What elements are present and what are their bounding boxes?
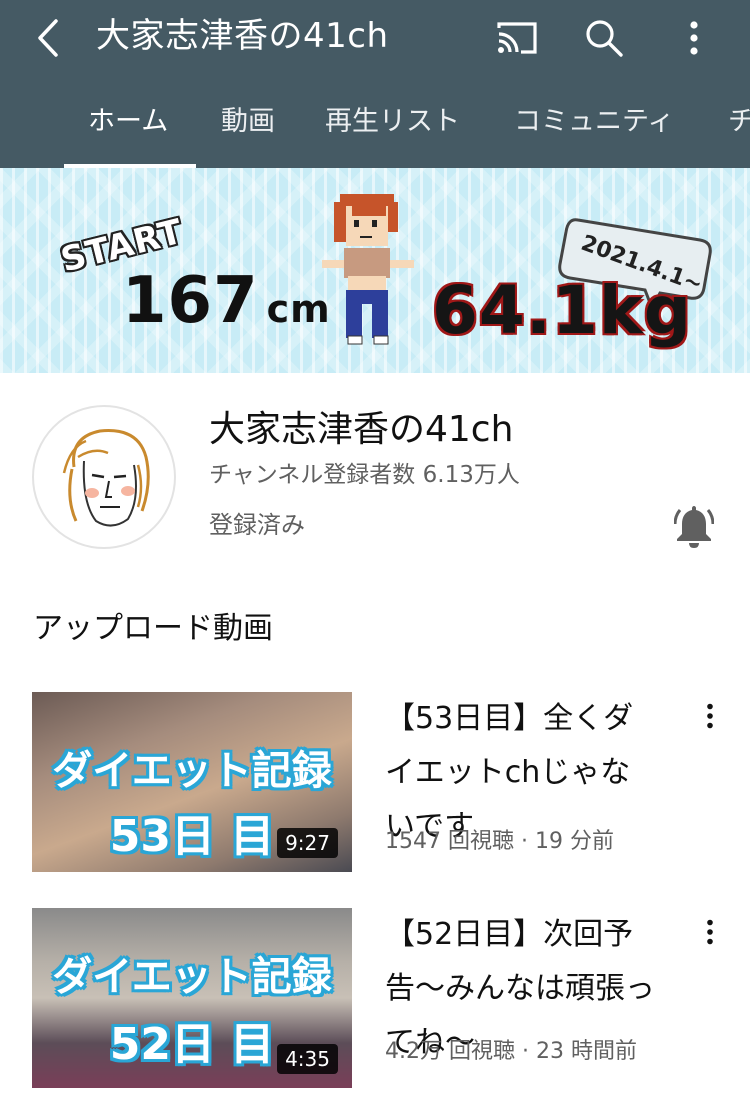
uploads-section-title: アップロード動画 xyxy=(33,611,273,646)
tab-community[interactable]: コミュニティ xyxy=(514,102,674,142)
channel-banner: START 167 cm 2021.4.1~ 64.1kg xyxy=(0,168,750,373)
video-meta: 4.2万 回視聴 · 23 時間前 xyxy=(385,1039,637,1064)
search-button[interactable] xyxy=(580,14,628,62)
tab-channels[interactable]: チ xyxy=(728,102,750,142)
app-bar: 大家志津香の41ch ホーム 動画 再生リスト コミュニティ チ xyxy=(0,0,750,168)
notification-bell-button[interactable] xyxy=(668,500,720,552)
thumbnail-caption-line1: ダイエット記録 xyxy=(52,954,332,1000)
video-item[interactable]: ダイエット記録 52日 目 4:35 【52日目】次回予告～みんなは頑張ってね～… xyxy=(0,908,750,1093)
banner-weight: 64.1kg xyxy=(432,272,692,349)
video-duration: 9:27 xyxy=(277,828,338,858)
channel-name: 大家志津香の41ch xyxy=(209,409,514,450)
video-duration: 4:35 xyxy=(277,1044,338,1074)
bell-icon xyxy=(674,506,714,548)
more-options-button[interactable] xyxy=(670,14,718,62)
video-thumbnail[interactable]: ダイエット記録 53日 目 9:27 xyxy=(32,692,352,872)
back-button[interactable] xyxy=(26,14,70,62)
tab-home[interactable]: ホーム xyxy=(88,102,168,142)
channel-tabs: ホーム 動画 再生リスト コミュニティ チ xyxy=(0,96,750,168)
more-vert-icon xyxy=(707,703,713,729)
subscriber-count: チャンネル登録者数 6.13万人 xyxy=(209,462,520,488)
more-vert-icon xyxy=(707,919,713,945)
search-icon xyxy=(586,20,623,57)
channel-title: 大家志津香の41ch xyxy=(96,16,389,56)
video-meta: 1547 回視聴 · 19 分前 xyxy=(385,829,614,854)
more-vert-icon xyxy=(690,21,698,55)
video-more-button[interactable] xyxy=(690,912,730,952)
chevron-left-icon xyxy=(38,19,58,57)
avatar-illustration xyxy=(62,429,150,527)
video-item[interactable]: ダイエット記録 53日 目 9:27 【53日目】全くダイエットchじゃないです… xyxy=(0,692,750,877)
channel-avatar[interactable] xyxy=(32,405,176,549)
tab-videos[interactable]: 動画 xyxy=(221,102,275,142)
cast-button[interactable] xyxy=(493,14,541,62)
cast-icon xyxy=(497,22,537,54)
video-thumbnail[interactable]: ダイエット記録 52日 目 4:35 xyxy=(32,908,352,1088)
thumbnail-caption-line1: ダイエット記録 xyxy=(52,748,332,794)
video-more-button[interactable] xyxy=(690,696,730,736)
tab-playlists[interactable]: 再生リスト xyxy=(325,102,460,142)
top-bar: 大家志津香の41ch xyxy=(0,0,750,80)
subscribed-button[interactable]: 登録済み xyxy=(209,508,305,542)
